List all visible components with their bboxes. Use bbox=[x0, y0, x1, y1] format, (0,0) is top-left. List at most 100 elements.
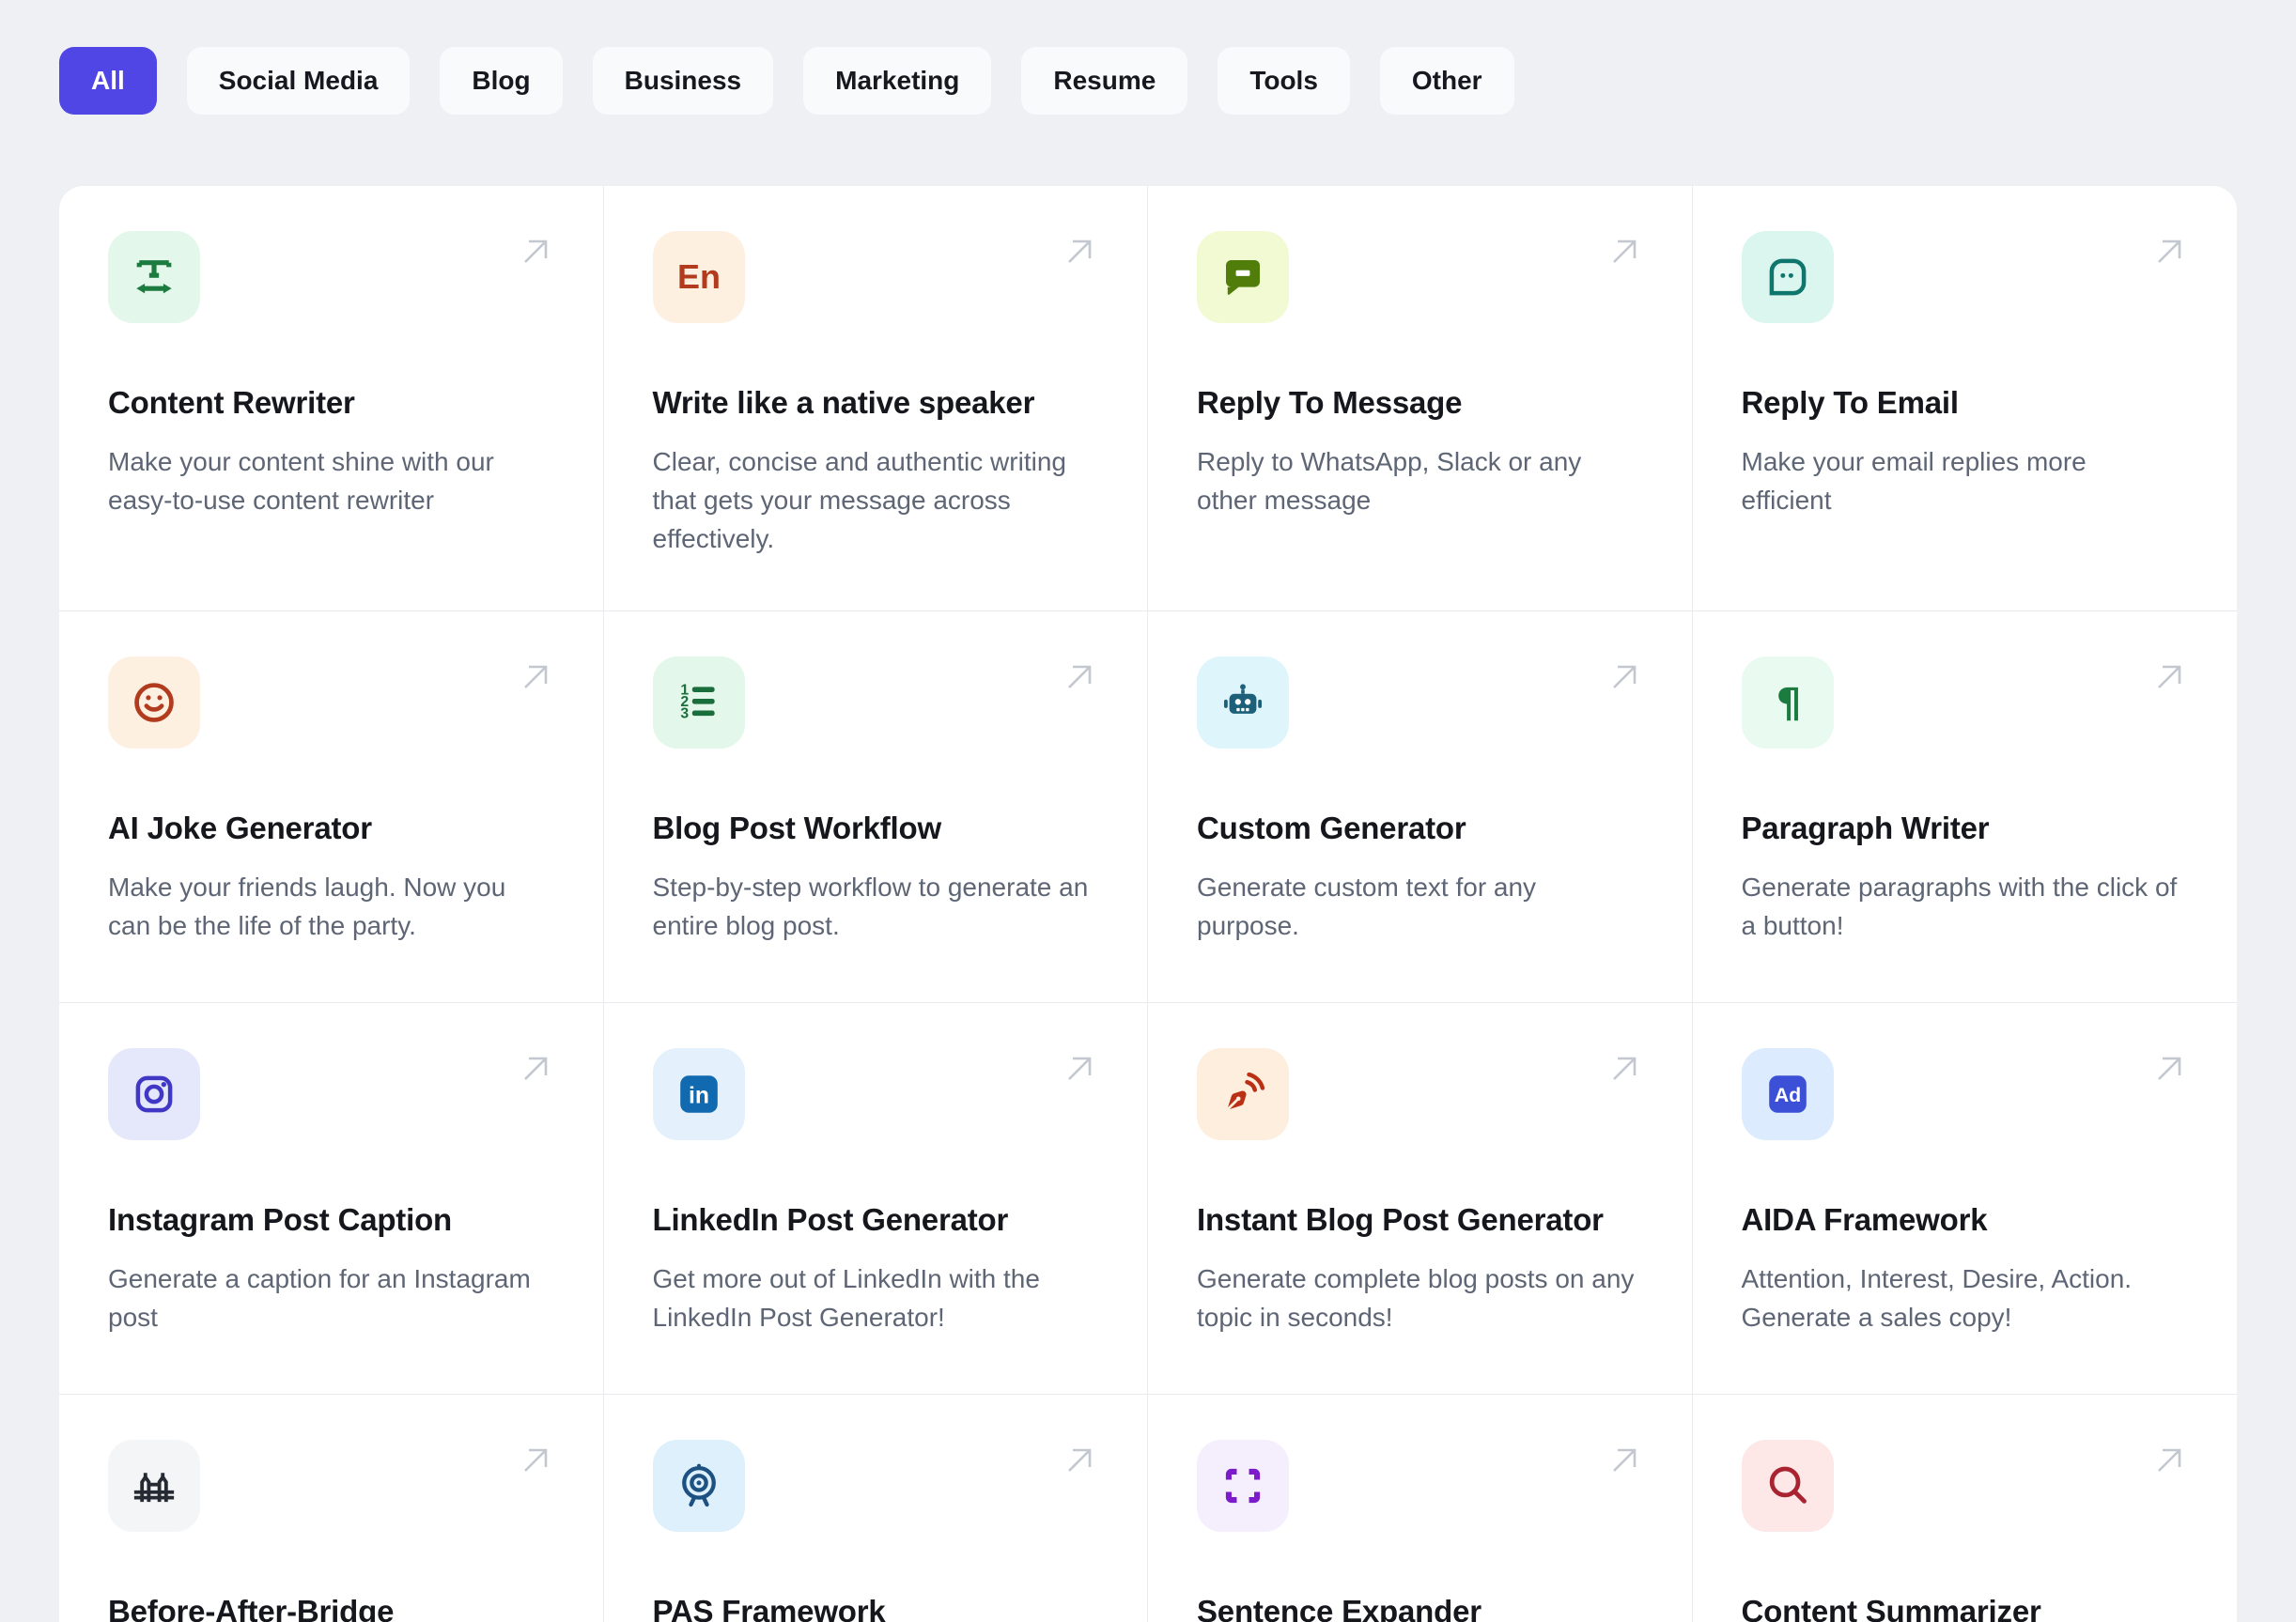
filter-tabs: All Social Media Blog Business Marketing… bbox=[59, 47, 1514, 115]
card-title: AIDA Framework bbox=[1741, 1202, 1988, 1237]
filter-tab-label: Tools bbox=[1249, 66, 1318, 95]
tool-card-blog-post-workflow[interactable]: 123 Blog Post Workflow Step-by-step work… bbox=[603, 611, 1148, 1003]
svg-text:¶: ¶ bbox=[1776, 680, 1801, 727]
card-title: Sentence Expander bbox=[1197, 1594, 1482, 1622]
open-link-arrow-icon[interactable] bbox=[1059, 1048, 1100, 1089]
card-description: Generate paragraphs with the click of a … bbox=[1741, 873, 2178, 940]
tool-card-sentence-expander[interactable]: Sentence Expander bbox=[1148, 1395, 1693, 1622]
card-description: Get more out of LinkedIn with the Linked… bbox=[652, 1264, 1040, 1332]
instagram-icon bbox=[108, 1048, 200, 1140]
filter-tab-business[interactable]: Business bbox=[592, 47, 774, 115]
open-link-arrow-icon[interactable] bbox=[515, 657, 556, 698]
card-description: Reply to WhatsApp, Slack or any other me… bbox=[1197, 447, 1582, 515]
tool-card-custom-generator[interactable]: Custom Generator Generate custom text fo… bbox=[1148, 611, 1693, 1003]
card-description: Make your content shine with our easy-to… bbox=[108, 447, 494, 515]
tool-card-reply-to-message[interactable]: Reply To Message Reply to WhatsApp, Slac… bbox=[1148, 186, 1693, 611]
tool-card-instant-blog-post-generator[interactable]: Instant Blog Post Generator Generate com… bbox=[1148, 1003, 1693, 1395]
card-title: Reply To Email bbox=[1741, 385, 1960, 420]
card-description: Generate a caption for an Instagram post bbox=[108, 1264, 531, 1332]
filter-tab-blog[interactable]: Blog bbox=[440, 47, 563, 115]
card-title: Write like a native speaker bbox=[652, 385, 1035, 420]
tool-card-paragraph-writer[interactable]: ¶ Paragraph Writer Generate paragraphs w… bbox=[1692, 611, 2237, 1003]
tool-card-reply-to-email[interactable]: Reply To Email Make your email replies m… bbox=[1692, 186, 2237, 611]
tool-card-before-after-bridge[interactable]: Before-After-Bridge bbox=[59, 1395, 604, 1622]
filter-tab-label: Business bbox=[624, 66, 742, 95]
ad-icon: Ad bbox=[1741, 1048, 1834, 1140]
numbered-list-icon: 123 bbox=[652, 657, 745, 749]
filter-tab-label: Social Media bbox=[218, 66, 379, 95]
card-title: Paragraph Writer bbox=[1741, 811, 1990, 845]
card-title: Reply To Message bbox=[1197, 385, 1463, 420]
pen-signal-icon bbox=[1197, 1048, 1289, 1140]
robot-icon bbox=[1197, 657, 1289, 749]
card-title: PAS Framework bbox=[652, 1594, 886, 1622]
tool-card-instagram-post-caption[interactable]: Instagram Post Caption Generate a captio… bbox=[59, 1003, 604, 1395]
target-icon bbox=[652, 1440, 745, 1532]
filter-tab-other[interactable]: Other bbox=[1379, 47, 1514, 115]
svg-text:En: En bbox=[676, 257, 720, 296]
card-title: Blog Post Workflow bbox=[652, 811, 942, 845]
tool-card-aida-framework[interactable]: Ad AIDA Framework Attention, Interest, D… bbox=[1692, 1003, 2237, 1395]
svg-text:Ad: Ad bbox=[1774, 1084, 1800, 1106]
tool-card-linkedin-post-generator[interactable]: in LinkedIn Post Generator Get more out … bbox=[603, 1003, 1148, 1395]
open-link-arrow-icon[interactable] bbox=[2149, 657, 2190, 698]
card-title: Instagram Post Caption bbox=[108, 1202, 452, 1237]
email-bubble-icon bbox=[1741, 231, 1834, 323]
tool-card-pas-framework[interactable]: PAS Framework bbox=[603, 1395, 1148, 1622]
filter-tab-resume[interactable]: Resume bbox=[1021, 47, 1188, 115]
open-link-arrow-icon[interactable] bbox=[515, 1048, 556, 1089]
tools-grid: Content Rewriter Make your content shine… bbox=[59, 186, 2237, 1622]
filter-tab-label: Blog bbox=[472, 66, 531, 95]
card-title: Before-After-Bridge bbox=[108, 1594, 395, 1622]
card-description: Generate custom text for any purpose. bbox=[1197, 873, 1537, 940]
card-description: Clear, concise and authentic writing tha… bbox=[652, 447, 1066, 553]
open-link-arrow-icon[interactable] bbox=[1604, 1048, 1645, 1089]
open-link-arrow-icon[interactable] bbox=[2149, 231, 2190, 272]
open-link-arrow-icon[interactable] bbox=[1059, 231, 1100, 272]
filter-tab-label: Other bbox=[1411, 66, 1482, 95]
open-link-arrow-icon[interactable] bbox=[1059, 657, 1100, 698]
card-description: Make your friends laugh. Now you can be … bbox=[108, 873, 506, 940]
card-description: Step-by-step workflow to generate an ent… bbox=[652, 873, 1089, 940]
magnifier-icon bbox=[1741, 1440, 1834, 1532]
filter-tab-label: Marketing bbox=[835, 66, 960, 95]
smiley-icon bbox=[108, 657, 200, 749]
expand-icon bbox=[1197, 1440, 1289, 1532]
card-description: Make your email replies more efficient bbox=[1741, 447, 2087, 515]
svg-text:in: in bbox=[689, 1083, 709, 1108]
card-title: Content Rewriter bbox=[108, 385, 355, 420]
card-title: Content Summarizer bbox=[1741, 1594, 2041, 1622]
filter-tab-label: Resume bbox=[1053, 66, 1156, 95]
open-link-arrow-icon[interactable] bbox=[515, 1440, 556, 1481]
chat-bubble-icon bbox=[1197, 231, 1289, 323]
card-title: AI Joke Generator bbox=[108, 811, 372, 845]
card-description: Attention, Interest, Desire, Action. Gen… bbox=[1741, 1264, 2133, 1332]
pilcrow-icon: ¶ bbox=[1741, 657, 1834, 749]
open-link-arrow-icon[interactable] bbox=[1059, 1440, 1100, 1481]
bridge-icon bbox=[108, 1440, 200, 1532]
filter-tab-tools[interactable]: Tools bbox=[1218, 47, 1350, 115]
open-link-arrow-icon[interactable] bbox=[515, 231, 556, 272]
tool-card-ai-joke-generator[interactable]: AI Joke Generator Make your friends laug… bbox=[59, 611, 604, 1003]
open-link-arrow-icon[interactable] bbox=[1604, 1440, 1645, 1481]
filter-tab-social-media[interactable]: Social Media bbox=[186, 47, 411, 115]
tool-card-content-rewriter[interactable]: Content Rewriter Make your content shine… bbox=[59, 186, 604, 611]
card-description: Generate complete blog posts on any topi… bbox=[1197, 1264, 1635, 1332]
open-link-arrow-icon[interactable] bbox=[2149, 1048, 2190, 1089]
tools-gallery-page: All Social Media Blog Business Marketing… bbox=[0, 0, 2296, 1622]
en-language-icon: En bbox=[652, 231, 745, 323]
filter-tab-all[interactable]: All bbox=[59, 47, 157, 115]
tool-card-write-like-a-native-speaker[interactable]: En Write like a native speaker Clear, co… bbox=[603, 186, 1148, 611]
svg-text:3: 3 bbox=[680, 706, 689, 722]
text-rewrite-icon bbox=[108, 231, 200, 323]
filter-tab-label: All bbox=[91, 66, 125, 95]
tool-card-content-summarizer[interactable]: Content Summarizer bbox=[1692, 1395, 2237, 1622]
open-link-arrow-icon[interactable] bbox=[1604, 657, 1645, 698]
filter-tab-marketing[interactable]: Marketing bbox=[803, 47, 992, 115]
open-link-arrow-icon[interactable] bbox=[1604, 231, 1645, 272]
card-title: LinkedIn Post Generator bbox=[652, 1202, 1009, 1237]
linkedin-icon: in bbox=[652, 1048, 745, 1140]
card-title: Instant Blog Post Generator bbox=[1197, 1202, 1604, 1237]
card-title: Custom Generator bbox=[1197, 811, 1466, 845]
open-link-arrow-icon[interactable] bbox=[2149, 1440, 2190, 1481]
